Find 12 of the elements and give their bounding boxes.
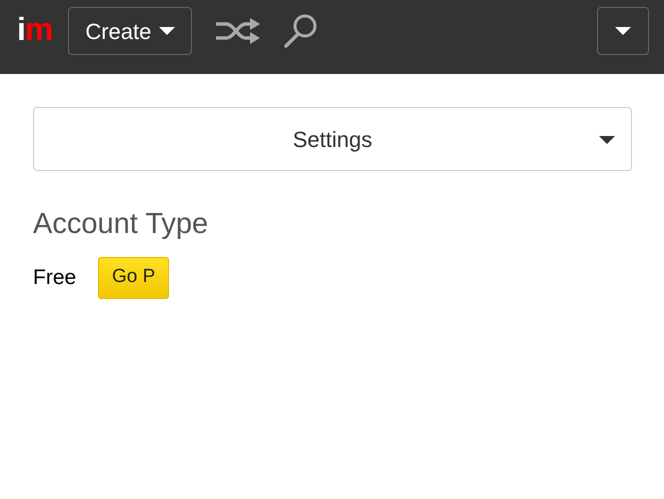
shuffle-icon[interactable]: [216, 18, 260, 44]
caret-icon: [599, 136, 615, 144]
section-heading: Account Type: [33, 207, 210, 242]
create-button[interactable]: Create: [68, 7, 192, 55]
upgrade-button[interactable]: Go P: [98, 256, 170, 298]
search-icon[interactable]: [284, 13, 318, 49]
caret-icon: [615, 27, 631, 35]
settings-select[interactable]: Settings: [33, 107, 632, 171]
caret-icon: [159, 27, 176, 35]
menu-dropdown-button[interactable]: [597, 7, 649, 55]
logo[interactable]: im: [17, 13, 52, 45]
plan-label: Free: [33, 264, 76, 291]
